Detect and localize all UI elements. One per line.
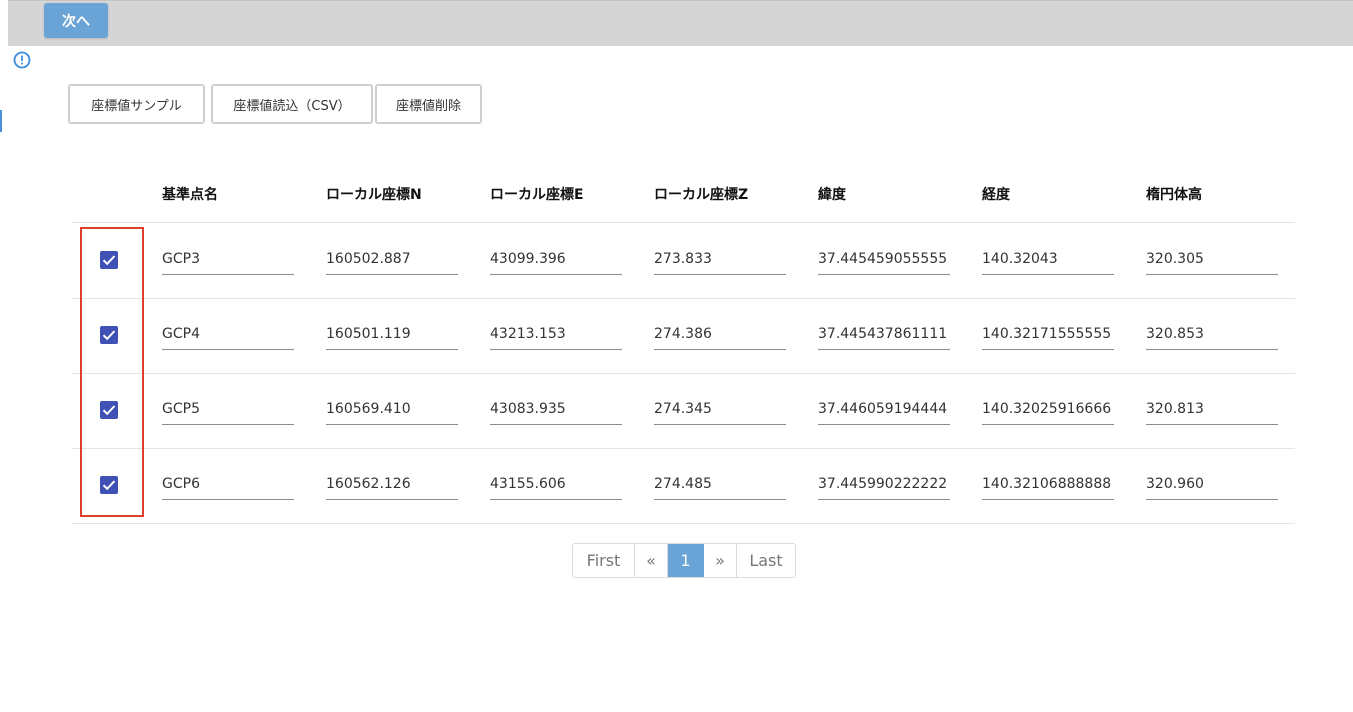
local-e-input[interactable]: 43213.153 [490, 324, 622, 350]
page-prev-button[interactable]: « [635, 544, 668, 577]
local-z-input[interactable]: 274.345 [654, 399, 786, 425]
local-z-input[interactable]: 274.485 [654, 474, 786, 500]
page-current-button[interactable]: 1 [668, 544, 704, 577]
local-e-input[interactable]: 43155.606 [490, 474, 622, 500]
table-row: GCP5 160569.410 43083.935 274.345 37.446… [72, 373, 1295, 449]
local-n-input[interactable]: 160569.410 [326, 399, 458, 425]
table-row: GCP4 160501.119 43213.153 274.386 37.445… [72, 298, 1295, 374]
top-bar: 次へ [8, 0, 1353, 46]
ellipsoid-height-input[interactable]: 320.960 [1146, 474, 1278, 500]
header-longitude: 経度 [982, 187, 1010, 203]
point-name-input[interactable]: GCP5 [162, 399, 294, 425]
local-n-input[interactable]: 160502.887 [326, 249, 458, 275]
longitude-input[interactable]: 140.32171555555 [982, 324, 1114, 350]
next-button[interactable]: 次へ [44, 3, 108, 38]
latitude-input[interactable]: 37.446059194444 [818, 399, 950, 425]
longitude-input[interactable]: 140.32043 [982, 249, 1114, 275]
ellipsoid-height-input[interactable]: 320.305 [1146, 249, 1278, 275]
longitude-input[interactable]: 140.32025916666 [982, 399, 1114, 425]
local-e-input[interactable]: 43083.935 [490, 399, 622, 425]
ellipsoid-height-input[interactable]: 320.813 [1146, 399, 1278, 425]
header-latitude: 緯度 [818, 187, 846, 203]
side-indicator [0, 110, 2, 132]
table-row: GCP3 160502.887 43099.396 273.833 37.445… [72, 223, 1295, 299]
coordinate-delete-button[interactable]: 座標値削除 [375, 84, 482, 124]
header-local-z: ローカル座標Z [654, 187, 749, 203]
header-local-n: ローカル座標N [326, 187, 422, 203]
latitude-input[interactable]: 37.445459055555 [818, 249, 950, 275]
coordinate-import-csv-button[interactable]: 座標値読込（CSV） [211, 84, 373, 124]
header-ellipsoid-height: 楕円体高 [1146, 187, 1202, 203]
table-header: 基準点名 ローカル座標N ローカル座標E ローカル座標Z 緯度 経度 楕円体高 [72, 170, 1295, 223]
point-name-input[interactable]: GCP4 [162, 324, 294, 350]
header-local-e: ローカル座標E [490, 187, 584, 203]
local-n-input[interactable]: 160501.119 [326, 324, 458, 350]
coordinate-sample-button[interactable]: 座標値サンプル [68, 84, 205, 124]
latitude-input[interactable]: 37.445990222222 [818, 474, 950, 500]
page-next-button[interactable]: » [704, 544, 737, 577]
pagination: First « 1 » Last [572, 543, 796, 578]
local-e-input[interactable]: 43099.396 [490, 249, 622, 275]
info-icon[interactable] [13, 51, 31, 69]
local-z-input[interactable]: 273.833 [654, 249, 786, 275]
ellipsoid-height-input[interactable]: 320.853 [1146, 324, 1278, 350]
page-last-button[interactable]: Last [737, 544, 795, 577]
checkbox-column-highlight [80, 227, 144, 517]
page-first-button[interactable]: First [573, 544, 635, 577]
latitude-input[interactable]: 37.445437861111 [818, 324, 950, 350]
point-name-input[interactable]: GCP3 [162, 249, 294, 275]
table-row: GCP6 160562.126 43155.606 274.485 37.445… [72, 448, 1295, 524]
point-name-input[interactable]: GCP6 [162, 474, 294, 500]
longitude-input[interactable]: 140.32106888888 [982, 474, 1114, 500]
local-n-input[interactable]: 160562.126 [326, 474, 458, 500]
local-z-input[interactable]: 274.386 [654, 324, 786, 350]
header-point-name: 基準点名 [162, 187, 218, 203]
